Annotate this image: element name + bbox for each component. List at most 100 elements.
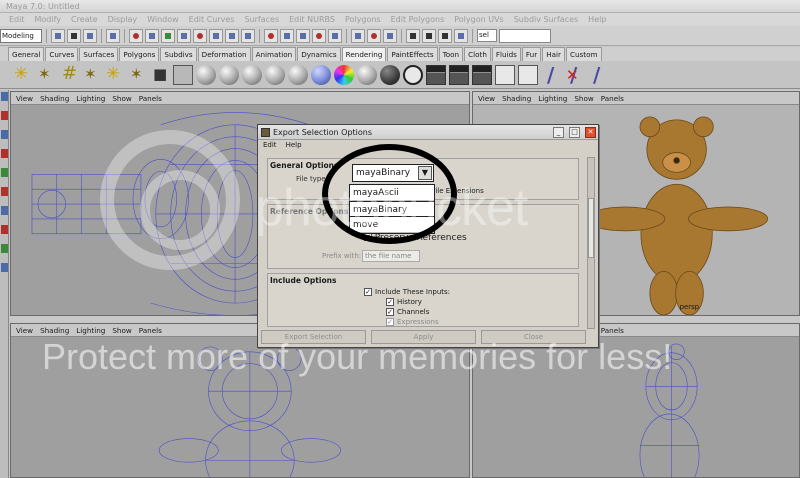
paint-brush-icon[interactable] [541,63,561,87]
mode-selector[interactable]: Modeling [0,28,42,43]
menu-polygon-uvs[interactable]: Polygon UVs [449,13,508,26]
directional-light-icon[interactable] [35,65,55,85]
shelf-tab-deformation[interactable]: Deformation [197,47,251,61]
panel-menu-shading[interactable]: Shading [40,92,69,104]
inputs-icon[interactable] [351,28,365,43]
select-tool-icon[interactable] [1,92,8,101]
snap-grid-icon[interactable] [264,28,278,43]
volume-light-icon[interactable] [127,65,147,85]
shelf-tab-subdivs[interactable]: Subdivs [160,47,197,61]
shelf-tab-rendering[interactable]: Rendering [341,47,387,61]
shelf-tab-curves[interactable]: Curves [45,47,79,61]
save-scene-icon[interactable] [83,28,97,43]
menu-window[interactable]: Window [142,13,184,26]
close-icon[interactable]: ✕ [585,126,596,138]
shelf-tab-general[interactable]: General [8,47,45,61]
rotate-tool-icon[interactable] [1,149,8,158]
soft-mod-tool-icon[interactable] [1,206,8,215]
menu-edit-nurbs[interactable]: Edit NURBS [284,13,340,26]
menu-help[interactable]: Help [583,13,611,26]
minimize-icon[interactable]: _ [553,126,564,138]
render-view-icon[interactable] [406,28,420,43]
menu-subdiv-surfaces[interactable]: Subdiv Surfaces [509,13,583,26]
menu-edit-curves[interactable]: Edit Curves [184,13,240,26]
selection-mode-field[interactable]: sel [477,29,497,42]
dialog-menu-help[interactable]: Help [286,140,302,151]
dialog-title-bar[interactable]: Export Selection Options _ □ ✕ [258,125,598,140]
make-live-icon[interactable] [328,28,342,43]
move-tool-icon[interactable] [1,130,8,139]
ipr-render-icon[interactable] [438,28,452,43]
panel-menu-panels[interactable]: Panels [601,92,624,104]
menu-edit[interactable]: Edit [4,13,30,26]
shelf-tab-fluids[interactable]: Fluids [491,47,521,61]
shelf-tab-polygons[interactable]: Polygons [119,47,160,61]
camera-icon[interactable] [150,65,170,85]
select-hierarchy-icon[interactable] [106,28,120,43]
new-scene-icon[interactable] [51,28,65,43]
shading-map-icon[interactable] [357,64,377,85]
shelf-tab-animation[interactable]: Animation [251,47,297,61]
menu-surfaces[interactable]: Surfaces [239,13,284,26]
ramp-shader-icon[interactable] [334,64,354,85]
render-current-frame-icon[interactable] [426,64,446,85]
select-vertex-icon[interactable] [145,28,159,43]
dialog-scrollbar[interactable] [587,157,595,329]
phong-material-icon[interactable] [265,64,285,85]
surface-shader-icon[interactable] [380,64,400,85]
ambient-light-icon[interactable] [12,64,32,85]
shelf-tab-cloth[interactable]: Cloth [464,47,491,61]
construction-history-icon[interactable] [383,28,397,43]
outputs-icon[interactable] [367,28,381,43]
use-background-icon[interactable] [403,64,423,85]
menu-polygons[interactable]: Polygons [340,13,386,26]
panel-menu-shading[interactable]: Shading [40,324,69,336]
menu-modify[interactable]: Modify [30,13,67,26]
panel-menu-shading[interactable]: Shading [502,92,531,104]
paint-canvas-icon[interactable] [587,63,607,87]
blinn-material-icon[interactable] [219,64,239,85]
snap-view-icon[interactable] [312,28,326,43]
panel-menu-show[interactable]: Show [574,92,593,104]
include-options-header[interactable]: Include Options [268,274,578,286]
select-render-icon[interactable] [225,28,239,43]
selection-input[interactable] [499,28,551,43]
shelf-tab-fur[interactable]: Fur [521,47,542,61]
scale-tool-icon[interactable] [1,168,8,177]
manipulator-tool-icon[interactable] [1,187,8,196]
layered-shader-icon[interactable] [311,64,331,85]
open-scene-icon[interactable] [67,28,81,43]
shelf-tab-toon[interactable]: Toon [438,47,464,61]
lambert-material-icon[interactable] [242,64,262,85]
render-layer-icon[interactable] [518,64,538,85]
select-handle-icon[interactable] [129,28,143,43]
maximize-icon[interactable]: □ [569,126,580,138]
panel-menu-lighting[interactable]: Lighting [538,92,567,104]
point-light-icon[interactable] [58,63,78,85]
spot-light-icon[interactable] [81,65,101,85]
select-dynamics-icon[interactable] [209,28,223,43]
snap-point-icon[interactable] [296,28,310,43]
last-tool-icon[interactable] [1,244,8,253]
select-deform-icon[interactable] [193,28,207,43]
expressions-checkbox[interactable]: ✓ [386,318,394,326]
menu-create[interactable]: Create [66,13,103,26]
phonge-material-icon[interactable] [288,64,308,85]
scrollbar-thumb[interactable] [588,198,594,258]
lasso-tool-icon[interactable] [1,111,8,120]
panel-menu-panels[interactable]: Panels [139,324,162,336]
panel-menu-view[interactable]: View [16,324,33,336]
shelf-tab-custom[interactable]: Custom [565,47,602,61]
area-light-icon[interactable] [104,64,124,85]
shelf-tab-dynamics[interactable]: Dynamics [297,47,341,61]
panel-menu-view[interactable]: View [16,92,33,104]
render-icon[interactable] [422,28,436,43]
menu-display[interactable]: Display [103,13,143,26]
select-surface-icon[interactable] [177,28,191,43]
panel-menu-panels[interactable]: Panels [601,324,624,336]
panel-menu-show[interactable]: Show [112,324,131,336]
snap-curve-icon[interactable] [280,28,294,43]
menu-edit-polygons[interactable]: Edit Polygons [386,13,450,26]
hypershade-icon[interactable] [173,64,193,85]
panel-menu-lighting[interactable]: Lighting [76,92,105,104]
